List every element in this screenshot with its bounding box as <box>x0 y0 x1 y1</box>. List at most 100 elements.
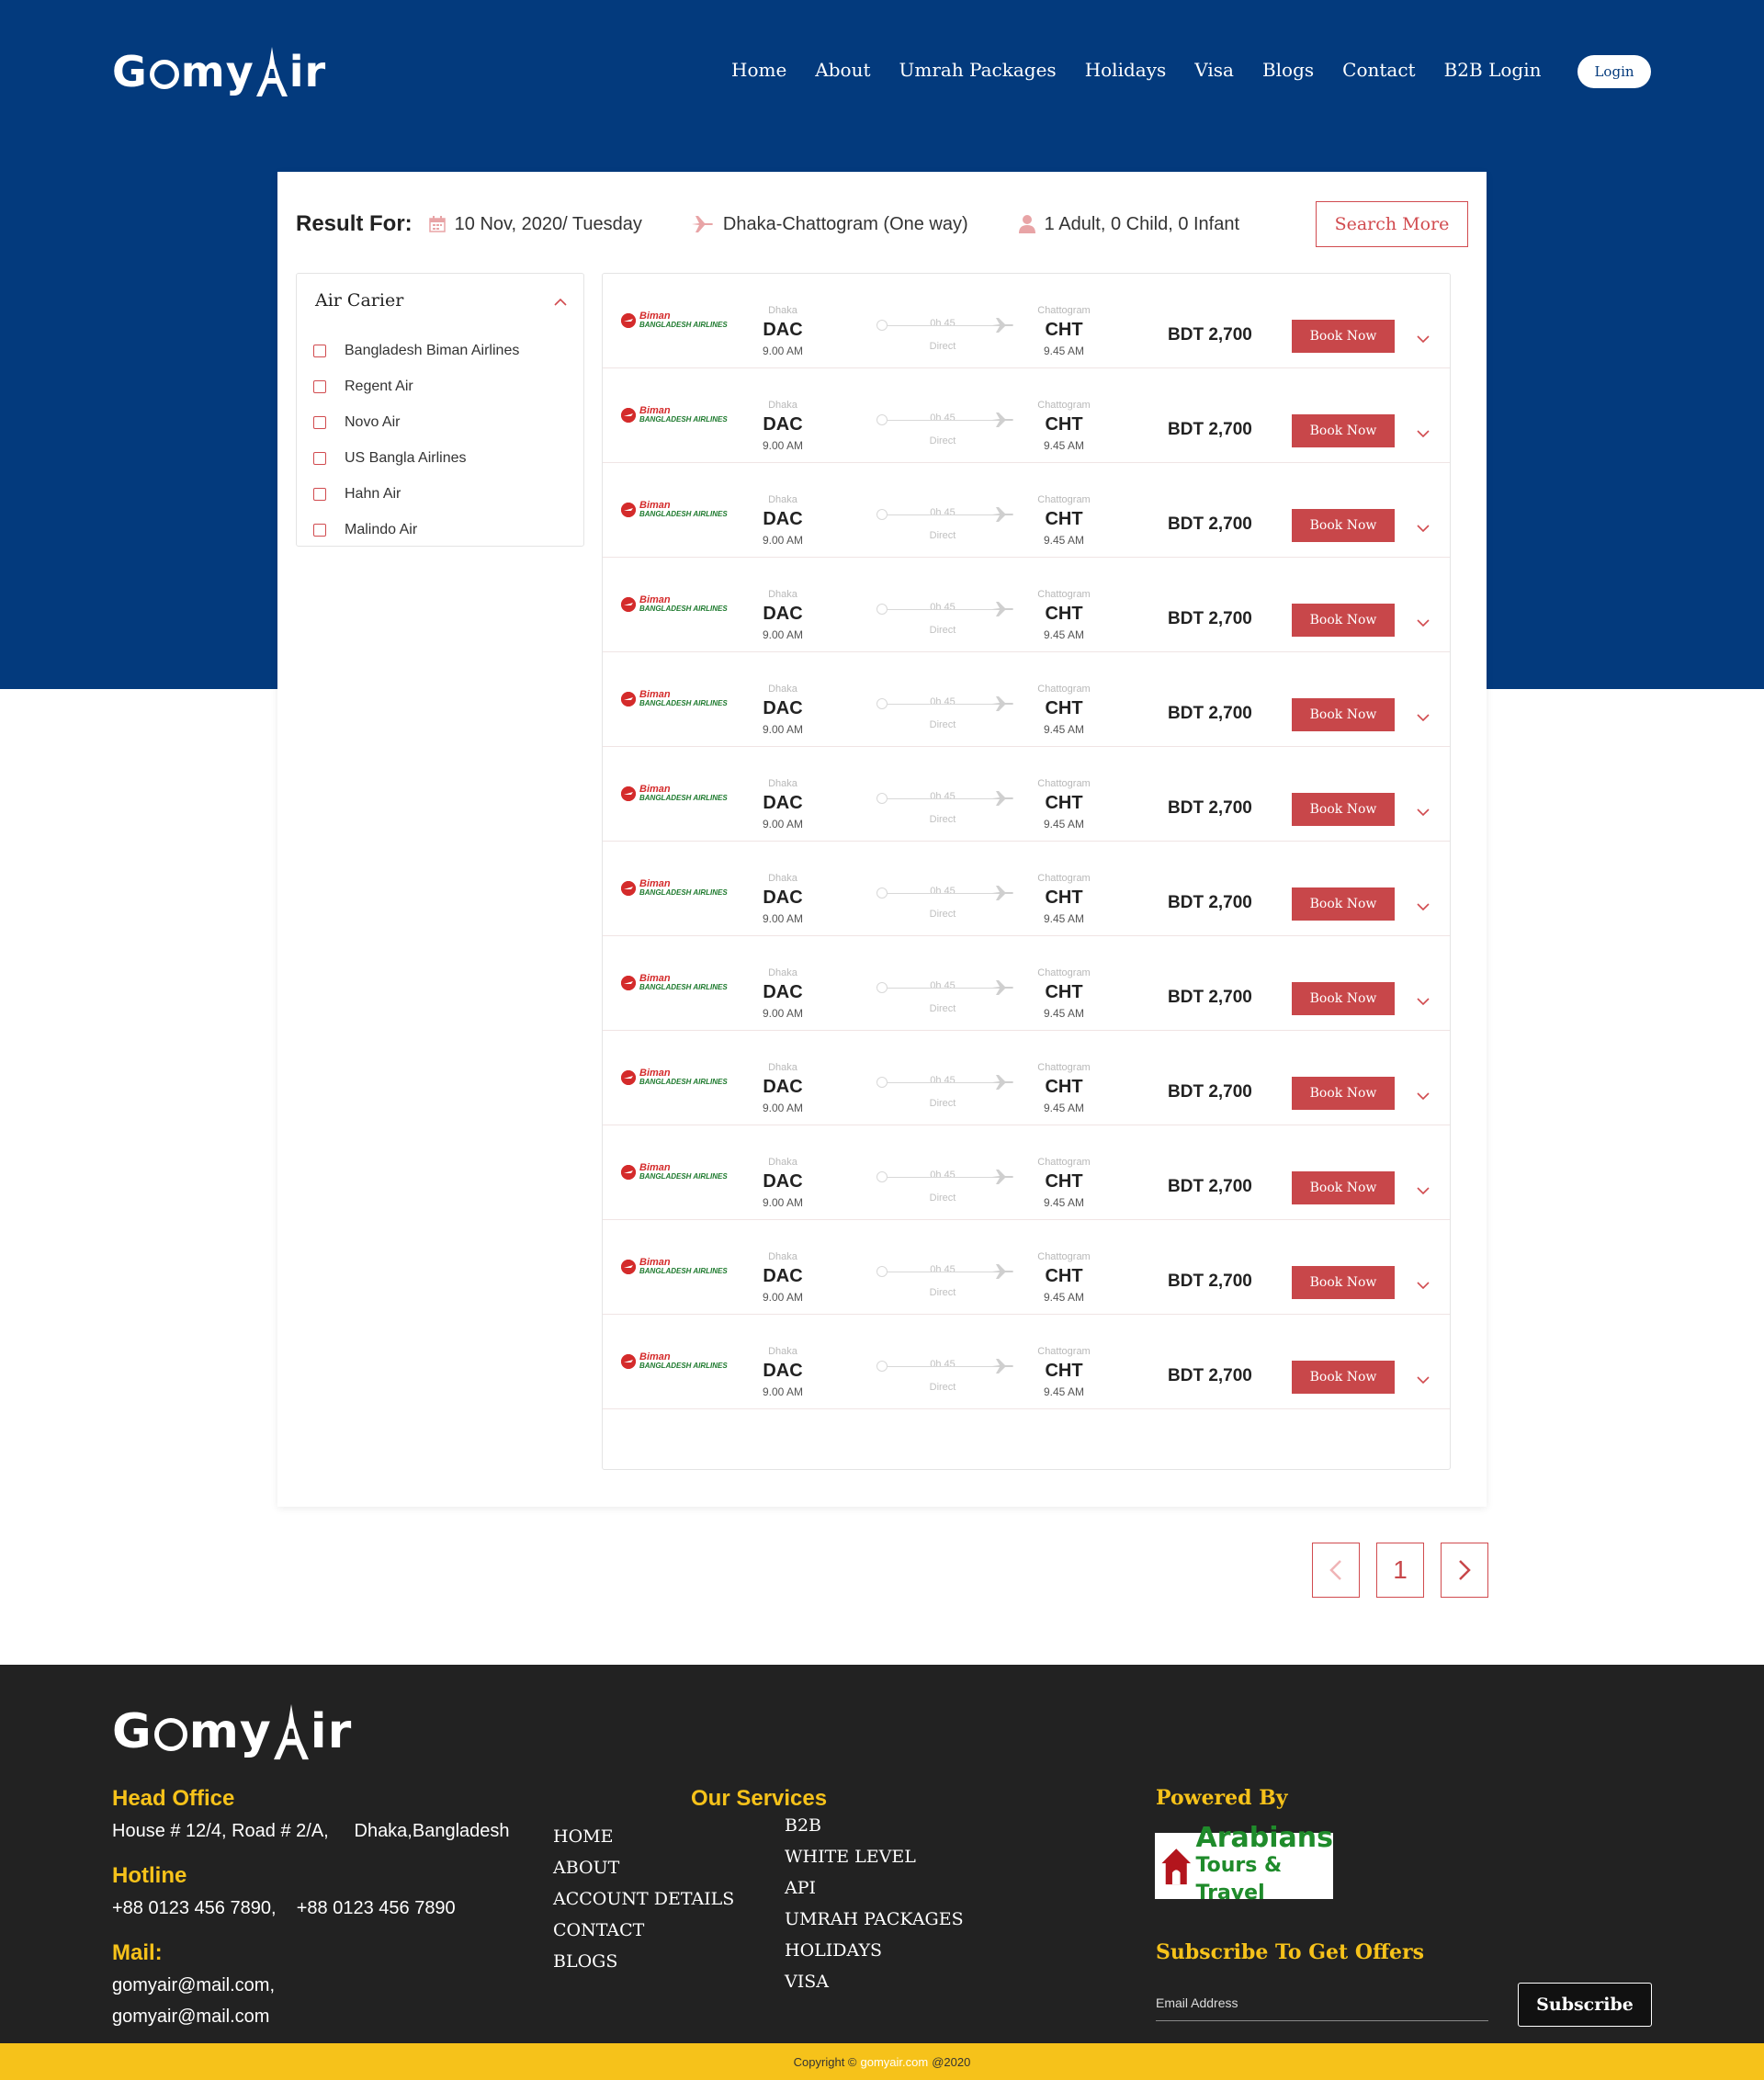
checkbox[interactable] <box>313 487 326 501</box>
book-now-button[interactable]: Book Now <box>1292 1266 1395 1299</box>
book-now-button[interactable]: Book Now <box>1292 604 1395 637</box>
airline-option[interactable]: Bangladesh Biman Airlines <box>313 333 519 368</box>
flight-row: Biman BANGLADESH AIRLINES Dhaka DAC 9.00 AM 0… <box>603 652 1450 747</box>
airline-subname: BANGLADESH AIRLINES <box>639 321 728 329</box>
path-line <box>888 893 1001 894</box>
service-link[interactable]: HOLIDAYS <box>785 1935 964 1966</box>
book-now-button[interactable]: Book Now <box>1292 1077 1395 1110</box>
result-route-text: Dhaka-Chattogram (One way) <box>722 213 968 234</box>
origin-circle-icon <box>876 604 888 615</box>
chevron-down-icon[interactable] <box>1417 993 1430 1010</box>
book-now-button[interactable]: Book Now <box>1292 887 1395 921</box>
plane-icon <box>992 1358 1014 1379</box>
mail-address-2[interactable]: gomyair@mail.com <box>112 2007 269 2028</box>
biman-logo-icon <box>621 503 636 517</box>
pagination-page[interactable]: 1 <box>1376 1543 1424 1598</box>
mail-address-1[interactable]: gomyair@mail.com, <box>112 1975 275 1996</box>
calendar-icon <box>428 216 446 232</box>
chevron-down-icon[interactable] <box>1417 615 1430 631</box>
chevron-down-icon[interactable] <box>1417 520 1430 537</box>
pagination-next[interactable] <box>1441 1543 1488 1598</box>
arrival-city: Chattogram <box>1037 1346 1091 1357</box>
airline-option[interactable]: Hahn Air <box>313 476 519 512</box>
path-line <box>888 798 1001 799</box>
airline-option[interactable]: Novo Air <box>313 404 519 440</box>
chevron-down-icon[interactable] <box>1417 1088 1430 1104</box>
airline-option[interactable]: Malindo Air <box>313 512 519 548</box>
book-now-button[interactable]: Book Now <box>1292 320 1395 353</box>
arrival: Chattogram CHT 9.45 AM <box>1027 494 1101 547</box>
email-input[interactable] <box>1156 1984 1488 2021</box>
biman-logo-icon <box>621 881 636 896</box>
service-link[interactable]: UMRAH PACKAGES <box>785 1904 964 1935</box>
chevron-down-icon[interactable] <box>1417 331 1430 347</box>
flight-path <box>876 505 1013 524</box>
chevron-down-icon[interactable] <box>1417 1277 1430 1294</box>
chevron-down-icon[interactable] <box>1417 709 1430 726</box>
chevron-down-icon[interactable] <box>1417 899 1430 915</box>
arrival: Chattogram CHT 9.45 AM <box>1027 778 1101 831</box>
nav-home[interactable]: Home <box>731 59 786 81</box>
book-now-button[interactable]: Book Now <box>1292 414 1395 447</box>
book-now-button[interactable]: Book Now <box>1292 982 1395 1015</box>
checkbox[interactable] <box>313 344 326 357</box>
book-now-button[interactable]: Book Now <box>1292 698 1395 731</box>
plane-icon <box>992 601 1014 622</box>
flight-price: BDT 2,700 <box>1168 514 1252 534</box>
nav-b2b-login[interactable]: B2B Login <box>1444 59 1542 81</box>
chevron-down-icon[interactable] <box>1417 425 1430 442</box>
nav-umrah-packages[interactable]: Umrah Packages <box>899 59 1057 81</box>
arrival-time: 9.45 AM <box>1043 1102 1085 1114</box>
search-more-button[interactable]: Search More <box>1316 201 1468 247</box>
result-passengers: 1 Adult, 0 Child, 0 Infant <box>1018 214 1239 235</box>
chevron-up-icon[interactable] <box>554 294 567 311</box>
biman-logo-icon <box>621 1260 636 1274</box>
departure-code: DAC <box>763 1361 803 1381</box>
flight-price: BDT 2,700 <box>1168 325 1252 345</box>
service-link[interactable]: HOME <box>553 1821 734 1852</box>
path-line <box>888 1177 1001 1178</box>
arrival-city: Chattogram <box>1037 589 1091 600</box>
service-link[interactable]: BLOGS <box>553 1946 734 1977</box>
airline-option-label: Novo Air <box>345 413 401 430</box>
nav-visa[interactable]: Visa <box>1194 59 1234 81</box>
service-link[interactable]: B2B <box>785 1810 964 1841</box>
chevron-down-icon[interactable] <box>1417 1182 1430 1199</box>
book-now-button[interactable]: Book Now <box>1292 509 1395 542</box>
login-button[interactable]: Login <box>1577 55 1651 88</box>
service-link[interactable]: ABOUT <box>553 1852 734 1883</box>
service-link[interactable]: API <box>785 1872 964 1904</box>
pagination-prev[interactable] <box>1312 1543 1360 1598</box>
checkbox[interactable] <box>313 523 326 537</box>
site-logo[interactable]: G my ir <box>112 44 326 99</box>
origin-circle-icon <box>876 1171 888 1182</box>
checkbox[interactable] <box>313 451 326 465</box>
copyright-link[interactable]: gomyair.com <box>861 2055 929 2069</box>
nav-contact[interactable]: Contact <box>1342 59 1415 81</box>
service-link[interactable]: VISA <box>785 1966 964 1997</box>
nav-holidays[interactable]: Holidays <box>1085 59 1167 81</box>
airline-option[interactable]: US Bangla Airlines <box>313 440 519 476</box>
checkbox[interactable] <box>313 379 326 393</box>
airline-logo: Biman BANGLADESH AIRLINES <box>621 1163 728 1181</box>
subscribe-button[interactable]: Subscribe <box>1518 1983 1652 2027</box>
chevron-down-icon[interactable] <box>1417 804 1430 820</box>
service-link[interactable]: ACCOUNT DETAILS <box>553 1883 734 1915</box>
book-now-button[interactable]: Book Now <box>1292 1361 1395 1394</box>
book-now-button[interactable]: Book Now <box>1292 793 1395 826</box>
airline-option[interactable]: Regent Air <box>313 368 519 404</box>
checkbox[interactable] <box>313 415 326 429</box>
service-link[interactable]: WHITE LEVEL <box>785 1841 964 1872</box>
arrival-time: 9.45 AM <box>1043 818 1085 831</box>
nav-about[interactable]: About <box>815 59 870 81</box>
book-now-button[interactable]: Book Now <box>1292 1171 1395 1204</box>
arabians-logo[interactable]: Arabians Tours & Travel <box>1155 1825 1333 1905</box>
departure-time: 9.00 AM <box>762 1291 804 1304</box>
footer-logo[interactable]: G my ir <box>112 1700 352 1764</box>
airline-subname: BANGLADESH AIRLINES <box>639 888 728 897</box>
plane-icon <box>992 1263 1014 1284</box>
service-link[interactable]: CONTACT <box>553 1915 734 1946</box>
nav-blogs[interactable]: Blogs <box>1262 59 1314 81</box>
arrival-time: 9.45 AM <box>1043 912 1085 925</box>
chevron-down-icon[interactable] <box>1417 1372 1430 1388</box>
